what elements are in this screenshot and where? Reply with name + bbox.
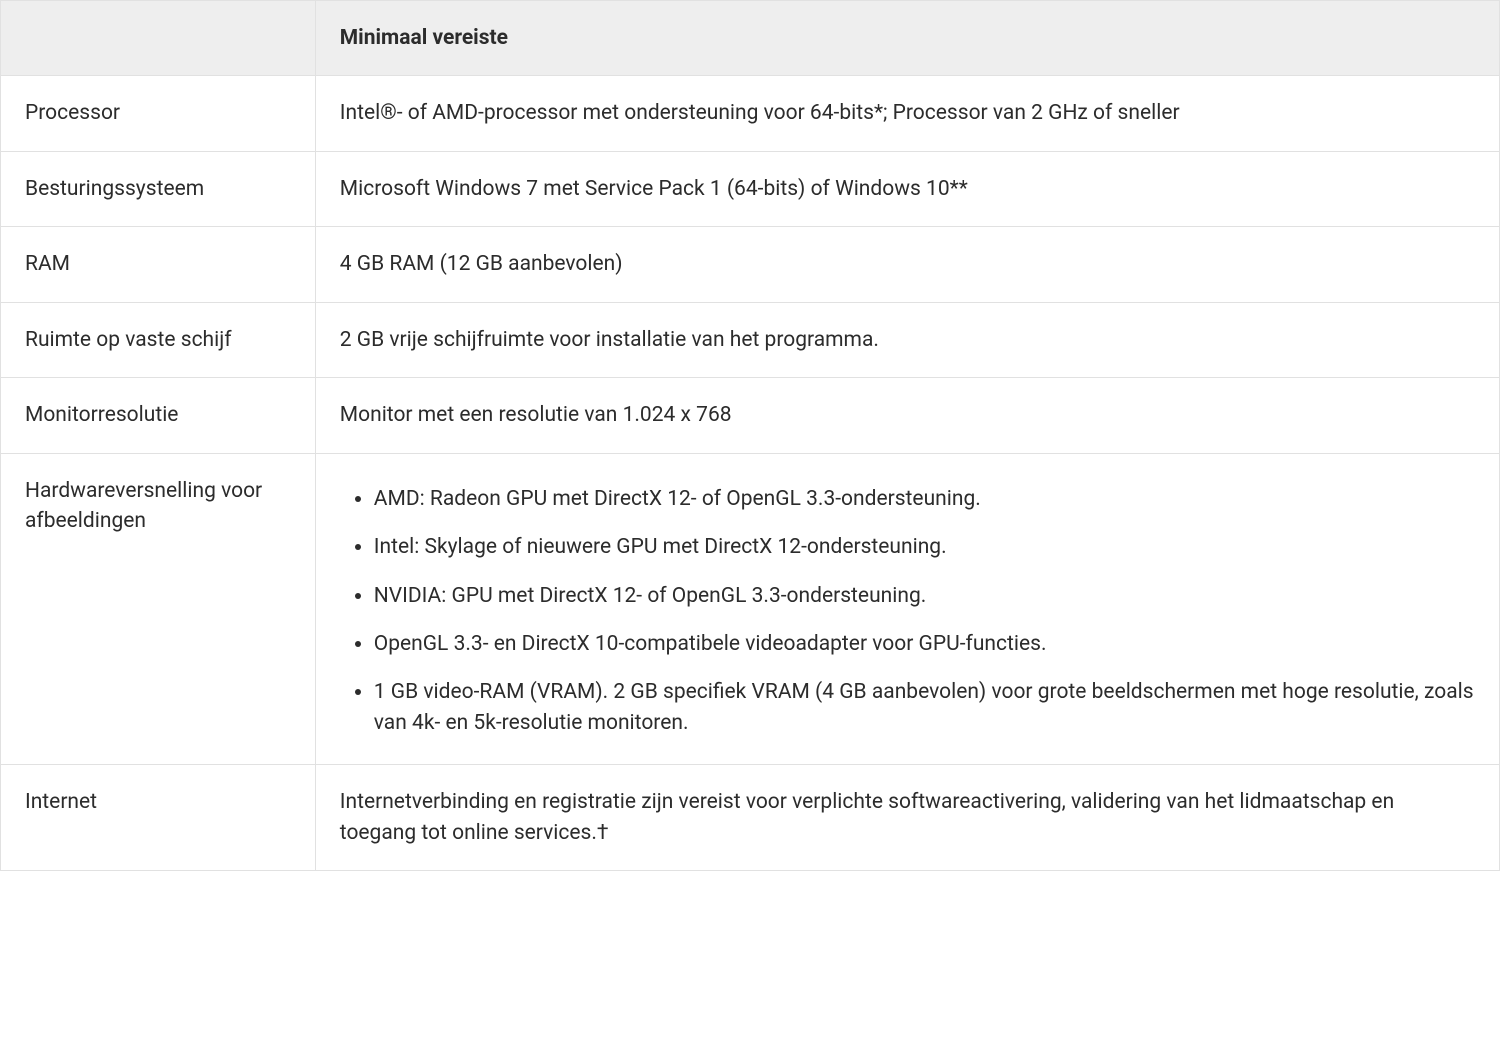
list-item: NVIDIA: GPU met DirectX 12- of OpenGL 3.…: [374, 581, 1475, 611]
list-item: AMD: Radeon GPU met DirectX 12- of OpenG…: [374, 484, 1475, 514]
table-row: Besturingssysteem Microsoft Windows 7 me…: [1, 151, 1500, 226]
row-value: AMD: Radeon GPU met DirectX 12- of OpenG…: [315, 453, 1499, 765]
table-row: Monitorresolutie Monitor met een resolut…: [1, 378, 1500, 453]
header-corner: [1, 1, 316, 76]
row-label: Internet: [1, 765, 316, 871]
header-value: Minimaal vereiste: [315, 1, 1499, 76]
list-item: OpenGL 3.3- en DirectX 10-compatibele vi…: [374, 629, 1475, 659]
table-row: Processor Intel®- of AMD-processor met o…: [1, 76, 1500, 151]
row-label: RAM: [1, 227, 316, 302]
table-header-row: Minimaal vereiste: [1, 1, 1500, 76]
row-label: Ruimte op vaste schijf: [1, 302, 316, 377]
row-value: 4 GB RAM (12 GB aanbevolen): [315, 227, 1499, 302]
table-row: Internet Internetverbinding en registrat…: [1, 765, 1500, 871]
row-label: Processor: [1, 76, 316, 151]
table-row: Ruimte op vaste schijf 2 GB vrije schijf…: [1, 302, 1500, 377]
table-body: Processor Intel®- of AMD-processor met o…: [1, 76, 1500, 871]
requirements-table: Minimaal vereiste Processor Intel®- of A…: [0, 0, 1500, 871]
table-row: Hardwareversnelling voor afbeeldingen AM…: [1, 453, 1500, 765]
table-row: RAM 4 GB RAM (12 GB aanbevolen): [1, 227, 1500, 302]
row-value: Monitor met een resolutie van 1.024 x 76…: [315, 378, 1499, 453]
row-value: 2 GB vrije schijfruimte voor installatie…: [315, 302, 1499, 377]
list-item: 1 GB video-RAM (VRAM). 2 GB specifiek VR…: [374, 677, 1475, 738]
row-value: Microsoft Windows 7 met Service Pack 1 (…: [315, 151, 1499, 226]
row-label: Besturingssysteem: [1, 151, 316, 226]
row-value: Intel®- of AMD-processor met ondersteuni…: [315, 76, 1499, 151]
list-item: Intel: Skylage of nieuwere GPU met Direc…: [374, 532, 1475, 562]
row-label: Hardwareversnelling voor afbeeldingen: [1, 453, 316, 765]
requirement-list: AMD: Radeon GPU met DirectX 12- of OpenG…: [340, 484, 1475, 739]
row-label: Monitorresolutie: [1, 378, 316, 453]
row-value: Internetverbinding en registratie zijn v…: [315, 765, 1499, 871]
